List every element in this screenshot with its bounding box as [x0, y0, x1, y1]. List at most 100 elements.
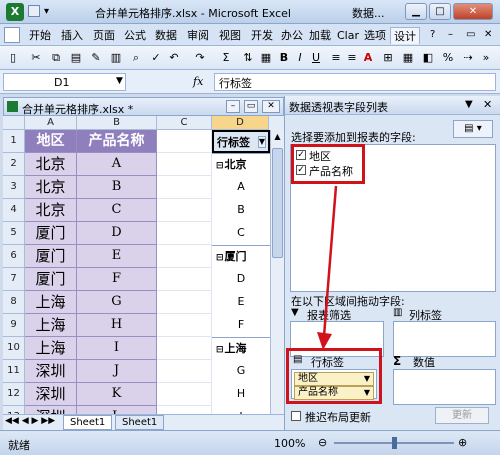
ribbon-close-icon[interactable]: ✕: [484, 29, 492, 40]
pivot-item-row[interactable]: A: [212, 176, 270, 199]
borders-icon[interactable]: ▦: [400, 50, 416, 66]
ribbon-minimize-icon[interactable]: –: [448, 29, 453, 40]
row-header[interactable]: 10: [3, 337, 25, 360]
cell-empty[interactable]: [157, 176, 212, 199]
row-header[interactable]: 4: [3, 199, 25, 222]
cell-product[interactable]: 产品名称: [77, 130, 157, 153]
scroll-up-icon[interactable]: ▲: [272, 132, 283, 144]
sheet-tab[interactable]: Sheet1: [115, 415, 165, 430]
pivot-item-row[interactable]: D: [212, 268, 270, 291]
cell-product[interactable]: K: [77, 383, 157, 406]
cell-region[interactable]: 厦门: [25, 222, 77, 245]
ribbon-tab[interactable]: Clar: [334, 27, 362, 44]
cell-region[interactable]: 上海: [25, 314, 77, 337]
fill-color-icon[interactable]: ◧: [420, 50, 436, 66]
italic-icon[interactable]: I: [292, 50, 308, 66]
cell-empty[interactable]: [157, 383, 212, 406]
cell-region[interactable]: 深圳: [25, 383, 77, 406]
pivot-item-row[interactable]: E: [212, 291, 270, 314]
row-header[interactable]: 3: [3, 176, 25, 199]
underline-icon[interactable]: U: [308, 50, 324, 66]
scrollbar-thumb[interactable]: [272, 148, 283, 258]
sheet-grid: 1 地区 产品名称 行标签 ▼ 2 北京 A ⊟北京 3 北京 B A 4 北京 C B 5 厦门 D C 6 厦门 E ⊟厦门…: [0, 0, 284, 442]
cell-empty[interactable]: [157, 337, 212, 360]
row-header[interactable]: 12: [3, 383, 25, 406]
pivot-item-row[interactable]: G: [212, 360, 270, 383]
pivot-group-row[interactable]: ⊟北京: [212, 153, 270, 176]
pivot-label: 上海: [224, 342, 247, 355]
zoom-slider-thumb[interactable]: [392, 437, 397, 449]
ribbon-tab-design[interactable]: 设计: [390, 27, 420, 44]
minimize-button[interactable]: ▁: [405, 3, 427, 20]
maximize-button[interactable]: □: [429, 3, 451, 20]
collapse-icon[interactable]: ⊟: [216, 161, 224, 171]
cell-empty[interactable]: [157, 360, 212, 383]
pivot-item-row[interactable]: F: [212, 314, 270, 337]
zoom-out-icon[interactable]: ⊖: [318, 436, 327, 449]
cell-empty[interactable]: [157, 268, 212, 291]
cell-product[interactable]: I: [77, 337, 157, 360]
cell-region[interactable]: 上海: [25, 291, 77, 314]
zoom-in-icon[interactable]: ⊕: [458, 436, 467, 449]
sheet-tab[interactable]: Sheet1: [63, 415, 113, 430]
cell-region[interactable]: 北京: [25, 153, 77, 176]
row-header[interactable]: 9: [3, 314, 25, 337]
ribbon-tab[interactable]: 加载: [306, 27, 334, 44]
collapse-icon[interactable]: ⊟: [216, 345, 224, 355]
vertical-scrollbar[interactable]: ▲: [270, 130, 284, 414]
pivot-group-row[interactable]: ⊟上海: [212, 337, 270, 360]
percent-icon[interactable]: %: [440, 50, 456, 66]
row-header[interactable]: 1: [3, 130, 25, 153]
cell-empty[interactable]: [157, 130, 212, 153]
filter-dropdown-icon[interactable]: ▼: [257, 136, 266, 148]
sheet-nav-icon[interactable]: ◀◀ ◀ ▶ ▶▶: [5, 416, 55, 426]
row-header[interactable]: 11: [3, 360, 25, 383]
close-button[interactable]: ✕: [453, 3, 493, 20]
cell-product[interactable]: C: [77, 199, 157, 222]
cell-product[interactable]: F: [77, 268, 157, 291]
help-icon[interactable]: ?: [430, 29, 435, 40]
cell-product[interactable]: J: [77, 360, 157, 383]
pivot-item-row[interactable]: C: [212, 222, 270, 245]
pivot-label: A: [237, 180, 245, 193]
cell-empty[interactable]: [157, 291, 212, 314]
cell-product[interactable]: A: [77, 153, 157, 176]
cell-product[interactable]: B: [77, 176, 157, 199]
cell-region[interactable]: 厦门: [25, 245, 77, 268]
align-left-icon[interactable]: ≡: [328, 50, 344, 66]
cell-product[interactable]: D: [77, 222, 157, 245]
align-center-icon[interactable]: ≡: [344, 50, 360, 66]
collapse-icon[interactable]: ⊟: [216, 253, 224, 263]
row-header[interactable]: 6: [3, 245, 25, 268]
row-header[interactable]: 2: [3, 153, 25, 176]
cell-product[interactable]: H: [77, 314, 157, 337]
more-icon[interactable]: »: [478, 50, 494, 66]
cell-region[interactable]: 厦门: [25, 268, 77, 291]
zoom-level[interactable]: 100%: [274, 437, 305, 450]
cell-empty[interactable]: [157, 222, 212, 245]
cell-empty[interactable]: [157, 199, 212, 222]
font-color-icon[interactable]: A: [360, 50, 376, 66]
row-header[interactable]: 7: [3, 268, 25, 291]
cell-region[interactable]: 深圳: [25, 360, 77, 383]
cell-region[interactable]: 上海: [25, 337, 77, 360]
cell-empty[interactable]: [157, 153, 212, 176]
cell-region[interactable]: 北京: [25, 176, 77, 199]
merge-icon[interactable]: ⊞: [380, 50, 396, 66]
row-header[interactable]: 5: [3, 222, 25, 245]
cell-product[interactable]: G: [77, 291, 157, 314]
increase-decimal-icon[interactable]: ⇢: [460, 50, 476, 66]
ribbon-tab[interactable]: 选项: [361, 27, 389, 44]
pivot-item-row[interactable]: B: [212, 199, 270, 222]
pivot-header-label: 行标签: [217, 136, 250, 149]
row-header[interactable]: 8: [3, 291, 25, 314]
cell-region[interactable]: 地区: [25, 130, 77, 153]
pivot-row-labels-header[interactable]: 行标签 ▼: [212, 130, 270, 153]
cell-empty[interactable]: [157, 245, 212, 268]
pivot-item-row[interactable]: H: [212, 383, 270, 406]
cell-empty[interactable]: [157, 314, 212, 337]
ribbon-restore-icon[interactable]: ▭: [466, 29, 475, 40]
cell-product[interactable]: E: [77, 245, 157, 268]
cell-region[interactable]: 北京: [25, 199, 77, 222]
pivot-group-row[interactable]: ⊟厦门: [212, 245, 270, 268]
